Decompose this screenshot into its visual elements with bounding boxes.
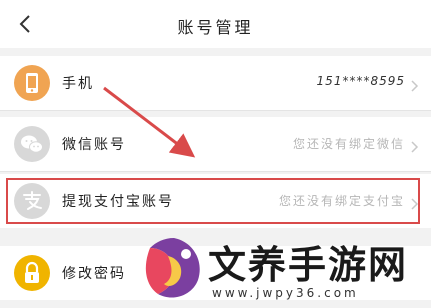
divider [0, 110, 431, 111]
row-label: 微信账号 [62, 137, 126, 153]
divider [0, 171, 431, 172]
page-title: 账号管理 [177, 18, 254, 37]
chevron-right-icon [411, 77, 419, 92]
row-label: 修改密码 [62, 266, 126, 282]
highlight-box [6, 178, 420, 224]
row-change-password[interactable]: 修改密码 [0, 246, 431, 300]
row-phone[interactable]: 手机 151****8595 [0, 56, 431, 110]
phone-number: 151****8595 [316, 74, 405, 88]
phone-icon [14, 65, 50, 101]
lock-icon [14, 255, 50, 291]
wechat-icon [14, 126, 50, 162]
wechat-status: 您还没有绑定微信 [292, 137, 405, 151]
row-label: 手机 [62, 76, 94, 92]
chevron-right-icon [411, 138, 419, 153]
nav-bar: 账号管理 [0, 0, 431, 48]
row-wechat[interactable]: 微信账号 您还没有绑定微信 [0, 117, 431, 171]
